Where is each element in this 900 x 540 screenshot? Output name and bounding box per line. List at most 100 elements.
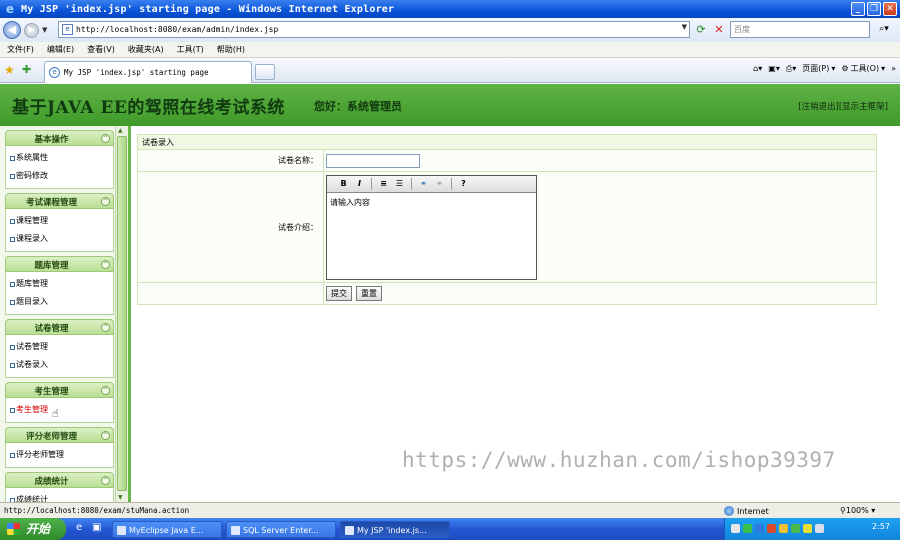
menu-tools[interactable]: 工具(T) (177, 44, 204, 55)
rich-text-editor[interactable]: B I ≡ ☰ ⚭ ⚭ ? 请输入内容 (326, 174, 537, 280)
sidebar-section-header[interactable]: 试卷管理 ^ (5, 319, 114, 335)
tray-keyboard-icon[interactable] (731, 524, 740, 533)
help-icon[interactable]: ? (457, 178, 470, 190)
bold-icon[interactable]: B (337, 178, 350, 190)
sidebar-section-graders: 评分老师管理 ^ 评分老师管理 (5, 427, 114, 468)
sidebar-item-question-bank-manage[interactable]: 题库管理 (6, 275, 113, 293)
tray-update-icon[interactable] (779, 524, 788, 533)
task-myeclipse[interactable]: MyEclipse Java E... (112, 521, 222, 538)
print-icon[interactable]: ⎙▾ (786, 64, 796, 74)
collapse-icon[interactable]: ^ (101, 476, 110, 485)
sidebar-scrollbar[interactable]: ▲ ▼ (115, 126, 128, 502)
actions-label-cell (138, 283, 324, 304)
collapse-icon[interactable]: ^ (101, 323, 110, 332)
unlink-icon[interactable]: ⚭ (433, 178, 446, 190)
scroll-up-icon[interactable]: ▲ (118, 127, 123, 134)
sidebar-section-header[interactable]: 基本操作 ^ (5, 130, 114, 146)
sidebar-item-label: 考生管理 (16, 405, 48, 414)
collapse-icon[interactable]: ^ (101, 260, 110, 269)
quicklaunch-ie-icon[interactable]: e (76, 522, 82, 533)
home-icon[interactable]: ⌂▾ (753, 64, 762, 73)
history-dropdown-icon[interactable]: ▼ (42, 26, 47, 34)
sidebar-item-paper-entry[interactable]: 试卷录入 (6, 356, 113, 374)
ordered-list-icon[interactable]: ≡ (377, 178, 390, 190)
more-icon[interactable]: » (891, 64, 896, 73)
link-icon[interactable]: ⚭ (417, 178, 430, 190)
page-menu-label: 页面(P) (802, 64, 830, 73)
paper-name-label: 试卷名称： (138, 150, 324, 171)
collapse-icon[interactable]: ^ (101, 431, 110, 440)
minimize-button[interactable]: _ (851, 2, 865, 16)
close-button[interactable]: ✕ (883, 2, 897, 16)
status-bar: http://localhost:8080/exam/stuMana.actio… (0, 502, 900, 518)
window-title-bar[interactable]: e My JSP 'index.jsp' starting page - Win… (0, 0, 900, 18)
sidebar-section-header[interactable]: 题库管理 ^ (5, 256, 114, 272)
sidebar-item-student-manage[interactable]: 考生管理 ☝ (6, 401, 113, 420)
paper-entry-form: 试卷录入 试卷名称： 试卷介绍： B I ≡ ☰ ⚭ ⚭ ? 请输入内容 提交 … (137, 134, 877, 305)
menu-favorites[interactable]: 收藏夹(A) (128, 44, 164, 55)
menu-help[interactable]: 帮助(H) (217, 44, 245, 55)
address-url[interactable]: http://localhost:8080/exam/admin/index.j… (76, 25, 278, 34)
search-icon[interactable]: ⌕▾ (872, 22, 896, 37)
menu-file[interactable]: 文件(F) (7, 44, 34, 55)
sidebar-item-score-stats[interactable]: 成绩统计 (6, 491, 113, 502)
refresh-icon[interactable]: ⟳ (693, 22, 709, 38)
tray-network-icon[interactable] (743, 524, 752, 533)
add-favorite-icon[interactable]: ✚ (22, 63, 31, 76)
zoom-level[interactable]: ⚲100% ▾ (840, 506, 875, 515)
collapse-icon[interactable]: ^ (101, 134, 110, 143)
sidebar-item-question-entry[interactable]: 题目录入 (6, 293, 113, 311)
tray-app-icon[interactable] (755, 524, 764, 533)
search-input[interactable]: 百度 (730, 21, 870, 38)
submit-button[interactable]: 提交 (326, 286, 352, 301)
sidebar-item-grader-manage[interactable]: 评分老师管理 (6, 446, 113, 464)
section-title: 评分老师管理 (25, 432, 77, 442)
unordered-list-icon[interactable]: ☰ (393, 178, 406, 190)
menu-view[interactable]: 查看(V) (87, 44, 115, 55)
favorites-star-icon[interactable]: ★ (4, 63, 15, 77)
collapse-icon[interactable]: ^ (101, 197, 110, 206)
page-menu[interactable]: 页面(P) ▾ (802, 63, 835, 74)
sidebar-item-course-entry[interactable]: 课程录入 (6, 230, 113, 248)
forward-button[interactable]: ▶ (24, 22, 39, 38)
start-label: 开始 (26, 522, 51, 536)
sidebar-item-paper-manage[interactable]: 试卷管理 (6, 338, 113, 356)
sidebar-item-change-password[interactable]: 密码修改 (6, 167, 113, 185)
new-tab-button[interactable] (255, 64, 275, 80)
tray-volume-icon[interactable] (803, 524, 812, 533)
paper-name-input[interactable] (326, 153, 420, 168)
maximize-button[interactable]: ❐ (867, 2, 881, 16)
task-sql-server[interactable]: SQL Server Enter... (226, 521, 336, 538)
sidebar-item-system-properties[interactable]: 系统属性 (6, 149, 113, 167)
address-bar[interactable]: e http://localhost:8080/exam/admin/index… (58, 21, 690, 38)
quicklaunch-desktop-icon[interactable]: ▣ (92, 522, 101, 533)
sidebar-section-header[interactable]: 成绩统计 ^ (5, 472, 114, 488)
stop-icon[interactable]: ✕ (711, 22, 727, 38)
feeds-icon[interactable]: ▣▾ (768, 64, 780, 73)
reset-button[interactable]: 重置 (356, 286, 382, 301)
tray-shield-icon[interactable] (791, 524, 800, 533)
task-ie-window[interactable]: My JSP 'index.js... (340, 521, 450, 538)
tools-menu[interactable]: ⚙ 工具(O) ▾ (841, 63, 885, 74)
tab-index-jsp[interactable]: e My JSP 'index.jsp' starting page (44, 61, 252, 83)
start-button[interactable]: 开始 (0, 518, 66, 540)
section-title: 考试课程管理 (25, 198, 77, 208)
header-links[interactable]: [注销退出][显示主框架] (798, 100, 888, 112)
italic-icon[interactable]: I (353, 178, 366, 190)
collapse-icon[interactable]: ^ (101, 386, 110, 395)
scrollbar-thumb[interactable] (117, 136, 127, 491)
sidebar-section-papers: 试卷管理 ^ 试卷管理 试卷录入 (5, 319, 114, 378)
scroll-down-icon[interactable]: ▼ (118, 494, 123, 501)
tray-misc-icon[interactable] (815, 524, 824, 533)
tray-security-icon[interactable] (767, 524, 776, 533)
sidebar-section-header[interactable]: 评分老师管理 ^ (5, 427, 114, 443)
editor-content[interactable]: 请输入内容 (327, 193, 536, 212)
page-header: 基于JAVA EE的驾照在线考试系统 您好：系统管理员 [注销退出][显示主框架… (0, 84, 900, 126)
sidebar-item-course-manage[interactable]: 课程管理 (6, 212, 113, 230)
back-button[interactable]: ◀ (3, 21, 21, 39)
site-title: 基于JAVA EE的驾照在线考试系统 (12, 98, 285, 118)
sidebar-section-header[interactable]: 考试课程管理 ^ (5, 193, 114, 209)
menu-edit[interactable]: 编辑(E) (47, 44, 74, 55)
sidebar-section-header[interactable]: 考生管理 ^ (5, 382, 114, 398)
address-dropdown-icon[interactable]: ▼ (682, 23, 687, 31)
